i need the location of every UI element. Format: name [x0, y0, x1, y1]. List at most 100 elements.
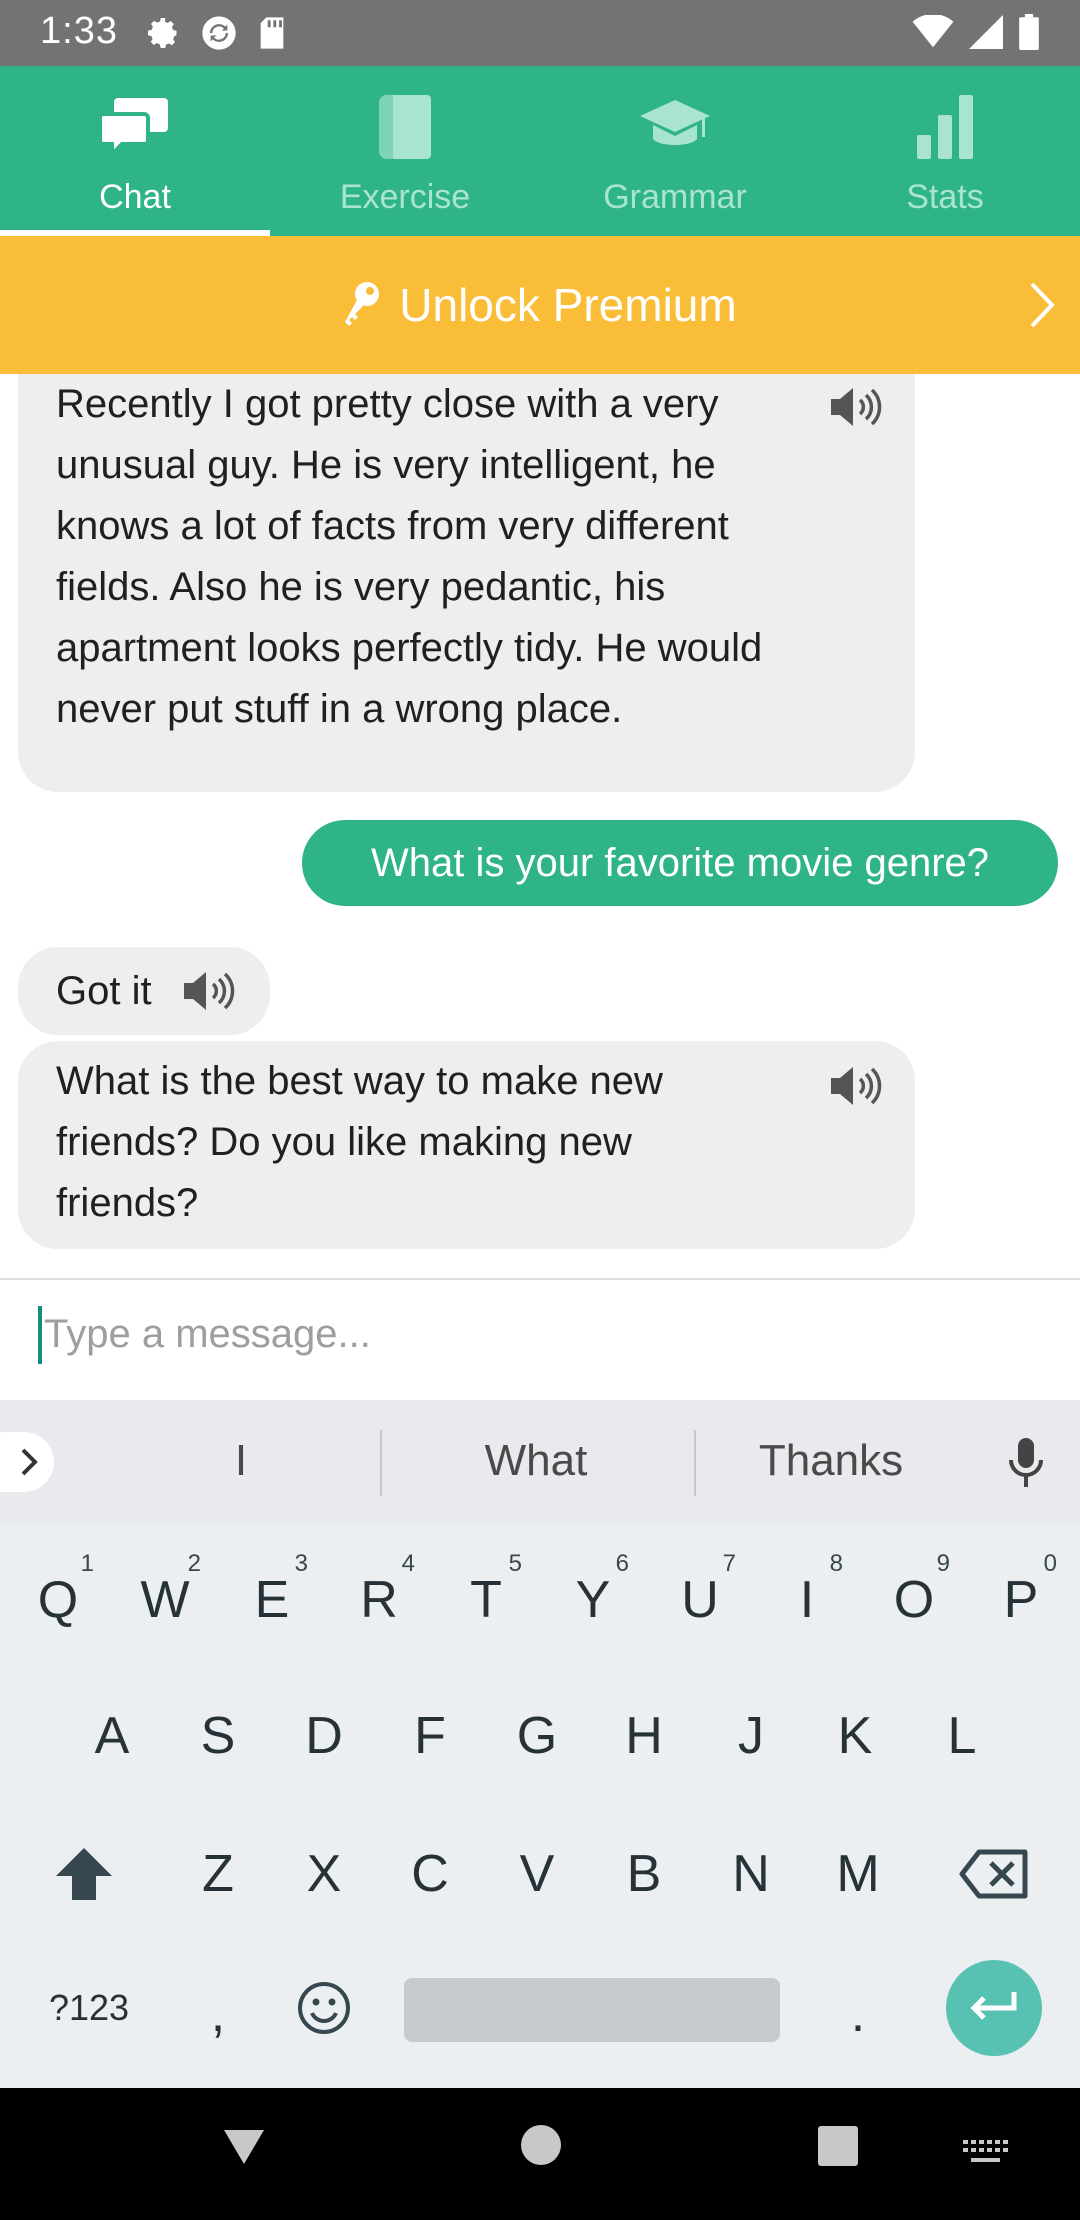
key-v[interactable]: V	[487, 1814, 587, 1934]
key-y[interactable]: Y6	[543, 1540, 643, 1660]
key-j[interactable]: J	[701, 1676, 801, 1796]
status-icons-right	[912, 14, 1040, 50]
key-label: E	[254, 1571, 290, 1629]
status-bar: 1:33	[0, 0, 1080, 66]
key-n[interactable]: N	[701, 1814, 801, 1934]
chat-thread[interactable]: Recently I got pretty close with a very …	[0, 374, 1080, 1278]
emoji-icon	[298, 1982, 350, 2034]
key-hint: 6	[615, 1550, 629, 1577]
symbols-key[interactable]: ?123	[34, 1948, 144, 2068]
suggestion-divider	[380, 1430, 382, 1496]
key-hint: 8	[829, 1550, 843, 1577]
emoji-key[interactable]	[274, 1948, 374, 2068]
key-t[interactable]: T5	[436, 1540, 536, 1660]
chevron-right-icon	[21, 1448, 38, 1476]
unlock-premium-banner[interactable]: Unlock Premium	[0, 236, 1080, 374]
key-r[interactable]: R4	[329, 1540, 429, 1660]
comma-key[interactable]: ,	[168, 1954, 268, 2074]
key-hint: 9	[936, 1550, 950, 1577]
backspace-icon	[959, 1849, 1028, 1899]
microphone-icon[interactable]	[1006, 1436, 1046, 1490]
sync-icon	[202, 16, 236, 50]
speaker-icon	[183, 972, 234, 1010]
key-label: T	[470, 1571, 502, 1629]
tab-label: Exercise	[339, 178, 471, 216]
key-label: R	[360, 1571, 398, 1629]
key-p[interactable]: P0	[971, 1540, 1071, 1660]
tab-stats[interactable]: Stats	[810, 66, 1080, 236]
tab-grammar[interactable]: Grammar	[540, 66, 810, 236]
bot-message: Got it	[18, 947, 270, 1035]
graduation-cap-icon	[638, 86, 712, 166]
composer-divider	[0, 1278, 1080, 1280]
shift-key[interactable]	[34, 1814, 134, 1934]
key-e[interactable]: E3	[222, 1540, 322, 1660]
settings-icon	[148, 18, 177, 48]
tab-chat[interactable]: Chat	[0, 66, 270, 236]
key-label: U	[681, 1571, 719, 1629]
enter-icon	[970, 1992, 1017, 2020]
key-f[interactable]: F	[380, 1676, 480, 1796]
status-time: 1:33	[40, 10, 118, 52]
bot-message: What is the best way to make new friends…	[18, 1041, 915, 1249]
screen: 1:33 Chat Exercise Grammar Stats Unlock …	[0, 0, 1080, 2220]
suggestion-2[interactable]: What	[386, 1436, 686, 1486]
signal-icon	[969, 15, 1003, 49]
user-message: What is your favorite movie genre?	[302, 820, 1058, 906]
keyboard-switch-icon[interactable]	[963, 2140, 1009, 2166]
backspace-key[interactable]	[944, 1814, 1044, 1934]
text-cursor	[38, 1306, 42, 1364]
tab-exercise[interactable]: Exercise	[270, 66, 540, 236]
key-m[interactable]: M	[808, 1814, 908, 1934]
expand-suggestions-button[interactable]	[0, 1432, 54, 1492]
speaker-icon[interactable]	[829, 1065, 883, 1107]
shift-icon	[56, 1848, 112, 1900]
key-hint: 0	[1043, 1550, 1057, 1577]
chat-icon	[100, 86, 170, 166]
bar-chart-icon	[915, 86, 975, 166]
key-q[interactable]: Q1	[8, 1540, 108, 1660]
speaker-icon[interactable]	[829, 386, 883, 428]
suggestion-3[interactable]: Thanks	[681, 1436, 981, 1486]
key-label: P	[1003, 1571, 1039, 1629]
battery-icon	[1019, 14, 1039, 50]
key-z[interactable]: Z	[168, 1814, 268, 1934]
message-input[interactable]	[36, 1302, 1046, 1366]
wifi-icon	[912, 15, 954, 48]
key-s[interactable]: S	[168, 1676, 268, 1796]
key-x[interactable]: X	[274, 1814, 374, 1934]
key-hint: 2	[187, 1550, 201, 1577]
key-u[interactable]: U7	[650, 1540, 750, 1660]
suggestion-1[interactable]: I	[91, 1436, 391, 1486]
key-l[interactable]: L	[912, 1676, 1012, 1796]
space-key[interactable]	[404, 1978, 780, 2042]
chevron-right-icon	[1030, 282, 1055, 328]
key-h[interactable]: H	[594, 1676, 694, 1796]
key-c[interactable]: C	[380, 1814, 480, 1934]
bot-message: Recently I got pretty close with a very …	[18, 374, 915, 792]
key-i[interactable]: I8	[757, 1540, 857, 1660]
message-text: Recently I got pretty close with a very …	[56, 382, 763, 731]
key-g[interactable]: G	[487, 1676, 587, 1796]
period-key[interactable]: .	[808, 1954, 908, 2074]
tab-label: Stats	[906, 178, 984, 216]
back-triangle-icon[interactable]	[222, 2124, 266, 2168]
key-k[interactable]: K	[805, 1676, 905, 1796]
unlock-premium-label: Unlock Premium	[399, 279, 737, 331]
soft-keyboard: I What Thanks Q1 W2 E3 R4 T5 Y6 U7 I8 O9…	[0, 1400, 1080, 2088]
message-text: Got it	[56, 968, 152, 1013]
home-circle-icon[interactable]	[520, 2124, 562, 2166]
key-w[interactable]: W2	[115, 1540, 215, 1660]
message-text: What is the best way to make new friends…	[56, 1059, 663, 1225]
key-hint: 7	[722, 1550, 736, 1577]
enter-key[interactable]	[946, 1960, 1042, 2056]
speaker-button[interactable]	[182, 970, 236, 1012]
tab-label: Grammar	[603, 178, 747, 216]
key-o[interactable]: O9	[864, 1540, 964, 1660]
key-d[interactable]: D	[274, 1676, 374, 1796]
key-a[interactable]: A	[62, 1676, 162, 1796]
suggestion-strip: I What Thanks	[0, 1400, 1080, 1524]
key-label: Q	[37, 1571, 79, 1629]
overview-square-icon[interactable]	[816, 2124, 860, 2168]
key-b[interactable]: B	[594, 1814, 694, 1934]
